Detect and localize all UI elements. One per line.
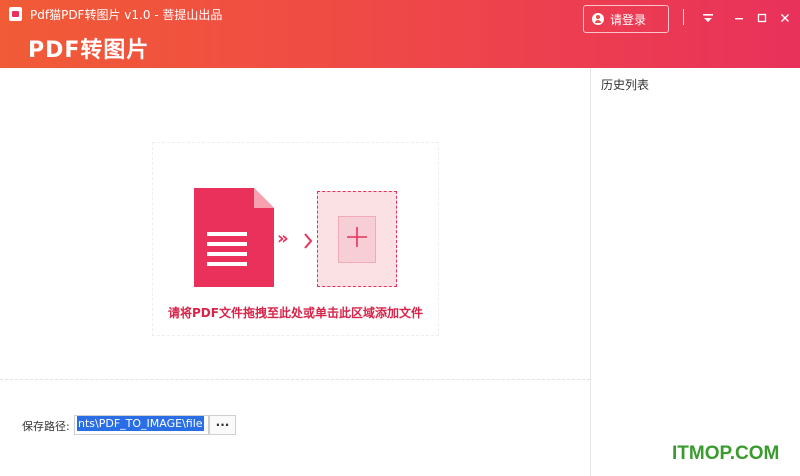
history-title: 历史列表	[601, 78, 650, 92]
browse-button[interactable]: ···	[209, 415, 236, 435]
title-bar: Pdf猫PDF转图片 v1.0 - 菩提山出品 PDF转图片 请登录	[0, 0, 800, 68]
pdf-app-icon	[9, 7, 22, 21]
maximize-icon[interactable]	[752, 8, 772, 28]
minimize-icon[interactable]	[729, 8, 749, 28]
chevron-right-icon	[304, 233, 313, 249]
login-label: 请登录	[610, 12, 647, 27]
section-divider	[0, 379, 590, 380]
close-icon[interactable]	[775, 8, 795, 28]
window-title: Pdf猫PDF转图片 v1.0 - 菩提山出品	[30, 8, 223, 22]
login-button[interactable]: 请登录	[583, 5, 669, 33]
save-path-label: 保存路径:	[22, 420, 70, 433]
watermark-logo: ITMOP.COM	[672, 443, 780, 464]
user-icon	[592, 13, 604, 25]
history-panel: 历史列表	[590, 68, 800, 476]
menu-down-icon[interactable]	[698, 8, 718, 28]
save-path-value: nts\PDF_TO_IMAGE\file	[77, 416, 204, 431]
pdf-file-icon	[194, 188, 274, 287]
title-bar-divider	[683, 9, 684, 25]
save-path-input[interactable]: nts\PDF_TO_IMAGE\file	[74, 415, 209, 435]
double-arrow-icon: »	[277, 228, 289, 249]
app-brand-title: PDF转图片	[28, 38, 150, 63]
drop-hint-text: 请将PDF文件拖拽至此处或单击此区域添加文件	[168, 306, 423, 320]
plus-icon	[347, 227, 367, 247]
